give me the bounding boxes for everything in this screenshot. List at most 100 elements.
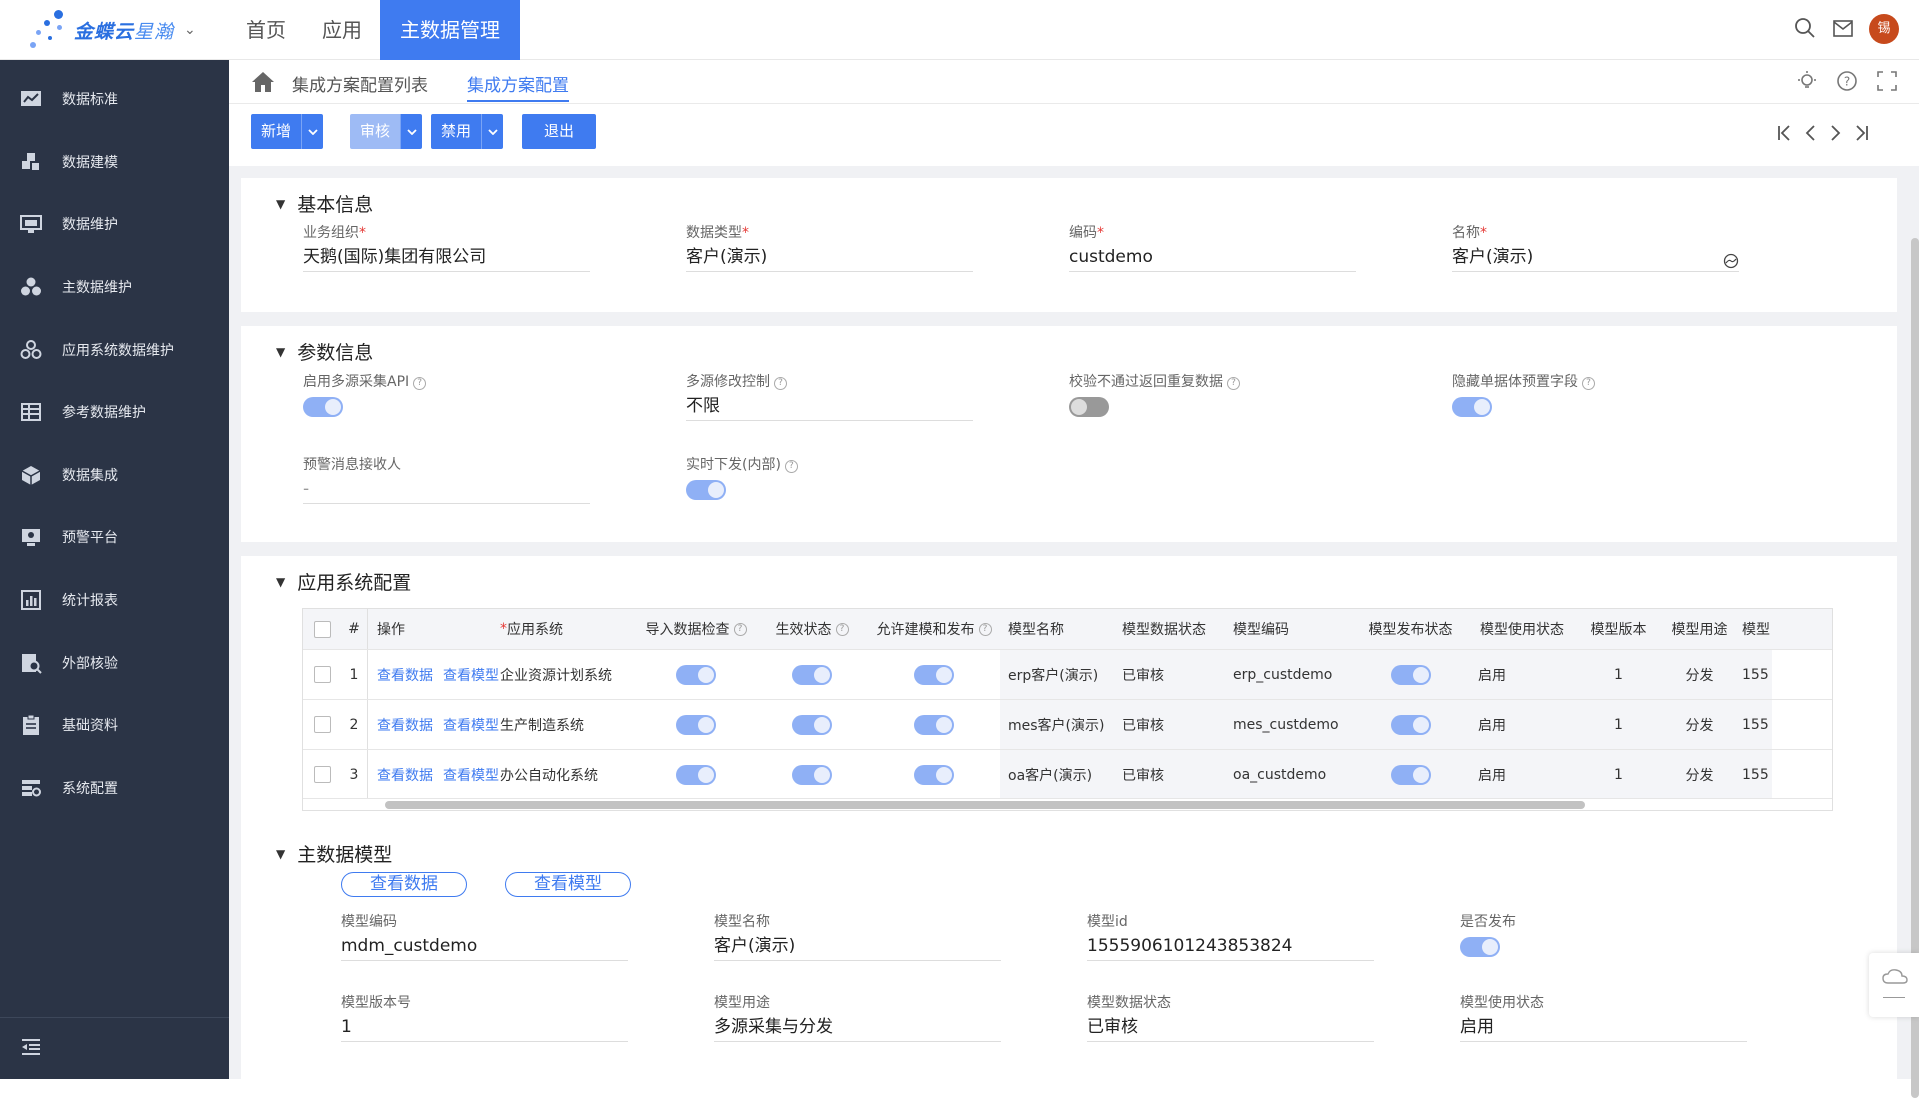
sidebar-item-basic-data[interactable]: 基础资料 xyxy=(0,694,229,757)
chevron-down-icon[interactable] xyxy=(400,114,423,149)
sidebar-item-data-modeling[interactable]: 数据建模 xyxy=(0,131,229,194)
question-icon[interactable]: ? xyxy=(784,460,798,473)
model-publish-toggle[interactable] xyxy=(1390,664,1431,685)
is-published-toggle[interactable] xyxy=(1460,937,1500,957)
last-record-icon[interactable] xyxy=(1853,124,1869,147)
nav-tab-home[interactable]: 首页 xyxy=(228,0,304,60)
previous-record-icon[interactable] xyxy=(1805,124,1817,147)
org-field[interactable]: 业务组织* 天鹅(国际)集团有限公司 xyxy=(303,222,590,272)
effective-status-toggle[interactable] xyxy=(792,714,832,735)
row-checkbox[interactable] xyxy=(313,666,331,683)
app-system-cell[interactable]: 企业资源计划系统 xyxy=(500,650,636,699)
sidebar-item-data-maintenance[interactable]: 数据维护 xyxy=(0,193,229,256)
question-icon[interactable]: ? xyxy=(733,622,747,636)
name-field[interactable]: 名称* 客户(演示) xyxy=(1452,222,1739,272)
question-icon[interactable]: ? xyxy=(1227,377,1240,390)
model-id-field: 模型id 1555906101243853824 xyxy=(1087,911,1374,961)
nav-tab-mdm[interactable]: 主数据管理 xyxy=(380,0,520,60)
import-check-toggle[interactable] xyxy=(676,714,716,735)
realtime-dispatch-toggle[interactable] xyxy=(686,480,726,500)
question-icon[interactable]: ? xyxy=(835,622,849,636)
lightbulb-icon[interactable] xyxy=(1795,70,1819,94)
horizontal-scrollbar[interactable] xyxy=(303,798,1832,810)
section-title[interactable]: ▼ 应用系统配置 xyxy=(276,568,411,595)
effective-status-toggle[interactable] xyxy=(792,764,832,785)
view-model-link[interactable]: 查看模型 xyxy=(443,715,499,735)
audit-button[interactable]: 审核 xyxy=(350,114,401,149)
question-icon[interactable]: ? xyxy=(1582,377,1595,390)
code-field[interactable]: 编码* custdemo xyxy=(1069,222,1356,272)
svg-text:?: ? xyxy=(1844,75,1850,89)
add-button[interactable]: 新增 xyxy=(251,114,302,149)
scrollbar-thumb[interactable] xyxy=(385,801,1585,809)
view-data-link[interactable]: 查看数据 xyxy=(377,665,433,685)
row-checkbox[interactable] xyxy=(313,716,331,733)
avatar[interactable]: 锡 xyxy=(1869,14,1899,44)
breadcrumb-current-tab[interactable]: 集成方案配置 xyxy=(467,71,569,102)
app-system-cell[interactable]: 生产制造系统 xyxy=(500,700,636,749)
first-record-icon[interactable] xyxy=(1777,124,1793,147)
chevron-down-icon[interactable]: ⌄ xyxy=(184,22,196,38)
minus-icon[interactable] xyxy=(1883,997,1905,998)
data-type-field[interactable]: 数据类型* 客户(演示) xyxy=(686,222,973,272)
breadcrumb-list-link[interactable]: 集成方案配置列表 xyxy=(292,71,428,96)
model-publish-toggle[interactable] xyxy=(1390,764,1431,785)
allow-modeling-toggle[interactable] xyxy=(914,764,954,785)
home-icon[interactable] xyxy=(251,71,275,93)
view-model-link[interactable]: 查看模型 xyxy=(443,765,499,785)
sidebar-item-reference-data[interactable]: 参考数据维护 xyxy=(0,381,229,444)
question-icon[interactable]: ? xyxy=(413,377,427,390)
disable-button[interactable]: 禁用 xyxy=(431,114,482,149)
sidebar-item-data-integration[interactable]: 数据集成 xyxy=(0,444,229,507)
effective-status-toggle[interactable] xyxy=(792,664,832,685)
multi-source-api-toggle[interactable] xyxy=(303,397,343,417)
help-icon[interactable]: ? xyxy=(1835,70,1859,94)
section-title[interactable]: ▼ 主数据模型 xyxy=(276,840,392,867)
cloud-float-button[interactable] xyxy=(1869,953,1919,1017)
table-row[interactable]: 3 查看数据 查看模型 办公自动化系统 oa客户(演示) 已审核 oa_custd… xyxy=(303,749,1832,799)
app-system-cell[interactable]: 办公自动化系统 xyxy=(500,750,636,799)
sidebar-item-app-system-maintenance[interactable]: 应用系统数据维护 xyxy=(0,318,229,381)
table-row[interactable]: 1 查看数据 查看模型 企业资源计划系统 erp客户(演示) 已审核 erp_cu… xyxy=(303,649,1832,699)
view-model-button[interactable]: 查看模型 xyxy=(505,872,631,897)
sidebar-item-master-data-maintenance[interactable]: 主数据维护 xyxy=(0,256,229,319)
multi-edit-control-field[interactable]: 多源修改控制? 不限 xyxy=(686,371,973,421)
sidebar-collapse-button[interactable] xyxy=(0,1017,229,1079)
fullscreen-icon[interactable] xyxy=(1875,70,1899,94)
nav-tab-apps[interactable]: 应用 xyxy=(304,0,380,60)
select-all-checkbox[interactable] xyxy=(313,620,331,638)
sidebar-item-external-verification[interactable]: 外部核验 xyxy=(0,631,229,694)
sidebar-item-statistics-report[interactable]: 统计报表 xyxy=(0,569,229,632)
sidebar-item-data-standard[interactable]: 数据标准 xyxy=(0,68,229,131)
question-icon[interactable]: ? xyxy=(774,377,787,390)
question-icon[interactable]: ? xyxy=(978,622,992,636)
import-check-toggle[interactable] xyxy=(676,764,716,785)
section-title[interactable]: ▼ 参数信息 xyxy=(276,338,373,365)
exit-button[interactable]: 退出 xyxy=(522,114,596,149)
view-data-link[interactable]: 查看数据 xyxy=(377,765,433,785)
allow-modeling-toggle[interactable] xyxy=(914,664,954,685)
hide-preset-toggle[interactable] xyxy=(1452,397,1492,417)
sidebar-item-system-config[interactable]: 系统配置 xyxy=(0,757,229,820)
column-header: 模型数据状态 xyxy=(1122,622,1206,638)
table-row[interactable]: 2 查看数据 查看模型 生产制造系统 mes客户(演示) 已审核 mes_cust… xyxy=(303,699,1832,749)
app-logo[interactable]: 金蝶云星瀚 ⌄ xyxy=(28,10,196,50)
view-model-link[interactable]: 查看模型 xyxy=(443,665,499,685)
import-check-toggle[interactable] xyxy=(676,664,716,685)
cubes-icon xyxy=(20,276,42,298)
view-data-button[interactable]: 查看数据 xyxy=(341,872,467,897)
search-icon[interactable] xyxy=(1793,17,1817,41)
chevron-down-icon[interactable] xyxy=(301,114,324,149)
chevron-down-icon[interactable] xyxy=(481,114,504,149)
row-checkbox[interactable] xyxy=(313,766,331,783)
view-data-link[interactable]: 查看数据 xyxy=(377,715,433,735)
section-title[interactable]: ▼ 基本信息 xyxy=(276,190,373,217)
allow-modeling-toggle[interactable] xyxy=(914,714,954,735)
sidebar-item-alert-platform[interactable]: 预警平台 xyxy=(0,506,229,569)
alert-receiver-field[interactable]: 预警消息接收人 - xyxy=(303,454,590,504)
next-record-icon[interactable] xyxy=(1829,124,1841,147)
mail-icon[interactable] xyxy=(1831,17,1855,41)
fail-return-toggle[interactable] xyxy=(1069,397,1109,417)
model-publish-toggle[interactable] xyxy=(1390,714,1431,735)
globe-icon[interactable] xyxy=(1723,249,1739,279)
